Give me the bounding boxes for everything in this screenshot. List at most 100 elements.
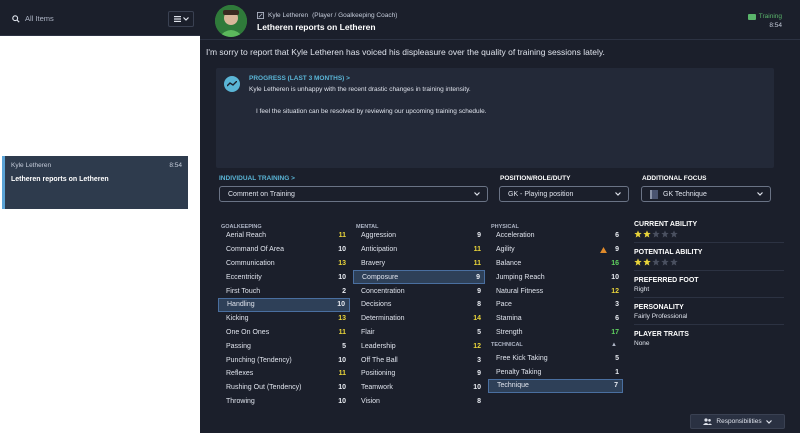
attribute-value: 10 xyxy=(338,273,346,281)
attribute-vision[interactable]: Vision 8 xyxy=(353,395,485,409)
attribute-value: 2 xyxy=(342,287,346,295)
attribute-value: 1 xyxy=(615,368,619,376)
attribute-reflexes[interactable]: Reflexes 11 xyxy=(218,367,350,381)
attribute-value: 17 xyxy=(611,328,619,336)
warning-icon xyxy=(600,246,607,253)
attribute-passing[interactable]: Passing 5 xyxy=(218,339,350,353)
attribute-pace[interactable]: Pace 3 xyxy=(488,298,623,312)
star-empty-icon xyxy=(652,258,660,266)
list-icon xyxy=(173,16,181,22)
current-ability-block: CURRENT ABILITY xyxy=(634,221,784,243)
attribute-one-on-ones[interactable]: One On Ones 11 xyxy=(218,326,350,340)
individual-training-label[interactable]: INDIVIDUAL TRAINING > xyxy=(219,175,295,182)
attribute-value: 11 xyxy=(338,328,346,336)
attribute-name: Anticipation xyxy=(361,246,398,254)
search-box[interactable]: All Items xyxy=(12,14,54,23)
attribute-leadership[interactable]: Leadership 12 xyxy=(353,339,485,353)
attribute-name: Natural Fitness xyxy=(496,287,544,295)
technical-heading-label: TECHNICAL xyxy=(491,342,523,349)
personality-label: PERSONALITY xyxy=(634,304,684,311)
search-placeholder: All Items xyxy=(25,14,54,23)
attribute-free-kick-taking[interactable]: Free Kick Taking 5 xyxy=(488,351,623,365)
attribute-acceleration[interactable]: Acceleration 6 xyxy=(488,229,623,243)
attribute-name: Vision xyxy=(361,397,380,405)
inbox-message-item[interactable]: Kyle Letheren 8:54 Letheren reports on L… xyxy=(2,156,188,209)
progress-link[interactable]: PROGRESS (LAST 3 MONTHS) > xyxy=(249,75,350,82)
sender-name[interactable]: Kyle Letheren xyxy=(268,12,308,19)
message-time: 8:54 xyxy=(169,162,182,169)
attribute-value: 9 xyxy=(477,232,481,240)
attribute-stamina[interactable]: Stamina 6 xyxy=(488,312,623,326)
attribute-throwing[interactable]: Throwing 10 xyxy=(218,395,350,409)
attribute-agility[interactable]: Agility 9 xyxy=(488,243,623,257)
attribute-kicking[interactable]: Kicking 13 xyxy=(218,312,350,326)
attribute-strength[interactable]: Strength 17 xyxy=(488,326,623,340)
attribute-determination[interactable]: Determination 14 xyxy=(353,312,485,326)
avatar[interactable] xyxy=(215,5,247,37)
player-traits-value: None xyxy=(634,340,650,347)
attribute-bravery[interactable]: Bravery 11 xyxy=(353,257,485,271)
preferred-foot-block: PREFERRED FOOT Right xyxy=(634,277,784,298)
inbox-toolbar: All Items xyxy=(0,0,200,36)
attribute-name: Communication xyxy=(226,259,275,267)
attribute-name: Pace xyxy=(496,301,512,309)
attribute-punching-tendency[interactable]: Punching (Tendency) 10 xyxy=(218,353,350,367)
attribute-decisions[interactable]: Decisions 8 xyxy=(353,298,485,312)
attribute-command-of-area[interactable]: Command Of Area 10 xyxy=(218,243,350,257)
attribute-name: Stamina xyxy=(496,315,522,323)
attribute-name: Positioning xyxy=(361,370,396,378)
attribute-value: 10 xyxy=(338,397,346,405)
attribute-penalty-taking[interactable]: Penalty Taking 1 xyxy=(488,365,623,379)
attribute-value: 3 xyxy=(477,356,481,364)
attribute-natural-fitness[interactable]: Natural Fitness 12 xyxy=(488,284,623,298)
attribute-jumping-reach[interactable]: Jumping Reach 10 xyxy=(488,270,623,284)
current-ability-stars xyxy=(634,230,784,238)
progress-text: Kyle Letheren is unhappy with the recent… xyxy=(249,86,471,93)
attribute-name: Passing xyxy=(226,342,251,350)
collapse-icon[interactable]: ▲ xyxy=(611,342,617,348)
attribute-value: 10 xyxy=(611,273,619,281)
message-body: I'm sorry to report that Kyle Letheren h… xyxy=(206,47,605,57)
attribute-balance[interactable]: Balance 16 xyxy=(488,257,623,271)
additional-focus-select[interactable]: GK Technique xyxy=(641,186,771,202)
position-select[interactable]: GK - Playing position xyxy=(499,186,629,202)
progress-panel: PROGRESS (LAST 3 MONTHS) > Kyle Letheren… xyxy=(216,68,774,168)
individual-training-select[interactable]: Comment on Training xyxy=(219,186,488,202)
attribute-value: 3 xyxy=(615,301,619,309)
app-window: All Items Kyle Letheren 8:54 Letheren re… xyxy=(0,0,800,433)
attribute-value: 5 xyxy=(342,342,346,350)
attribute-aerial-reach[interactable]: Aerial Reach 11 xyxy=(218,229,350,243)
personality-value: Fairly Professional xyxy=(634,313,688,320)
chevron-down-icon xyxy=(474,192,480,196)
attribute-flair[interactable]: Flair 5 xyxy=(353,326,485,340)
attribute-name: Command Of Area xyxy=(226,246,284,254)
star-filled-icon xyxy=(634,258,642,266)
attribute-off-the-ball[interactable]: Off The Ball 3 xyxy=(353,353,485,367)
chevron-down-icon xyxy=(765,419,772,424)
attribute-value: 11 xyxy=(338,232,346,240)
filter-button[interactable] xyxy=(168,11,194,27)
attribute-concentration[interactable]: Concentration 9 xyxy=(353,284,485,298)
attribute-anticipation[interactable]: Anticipation 11 xyxy=(353,243,485,257)
responsibilities-button[interactable]: Responsibilities xyxy=(690,414,785,429)
people-icon xyxy=(703,418,713,425)
attribute-value: 5 xyxy=(615,354,619,362)
search-icon xyxy=(12,14,20,23)
attribute-first-touch[interactable]: First Touch 2 xyxy=(218,284,350,298)
attribute-composure[interactable]: Composure 9 xyxy=(353,270,485,285)
attribute-value: 10 xyxy=(338,246,346,254)
attribute-communication[interactable]: Communication 13 xyxy=(218,257,350,271)
attribute-name: Bravery xyxy=(361,259,386,267)
attribute-aggression[interactable]: Aggression 9 xyxy=(353,229,485,243)
attribute-rushing-out-tendency[interactable]: Rushing Out (Tendency) 10 xyxy=(218,381,350,395)
attribute-teamwork[interactable]: Teamwork 10 xyxy=(353,381,485,395)
attribute-positioning[interactable]: Positioning 9 xyxy=(353,367,485,381)
attribute-value: 16 xyxy=(611,259,619,267)
attribute-value: 6 xyxy=(615,315,619,323)
attribute-name: Balance xyxy=(496,259,522,267)
attribute-name: Eccentricity xyxy=(226,273,262,281)
attribute-handling[interactable]: Handling 10 xyxy=(218,297,350,312)
focus-swatch-icon xyxy=(650,189,658,199)
attribute-technique[interactable]: Technique 7 xyxy=(488,378,623,393)
attribute-eccentricity[interactable]: Eccentricity 10 xyxy=(218,270,350,284)
